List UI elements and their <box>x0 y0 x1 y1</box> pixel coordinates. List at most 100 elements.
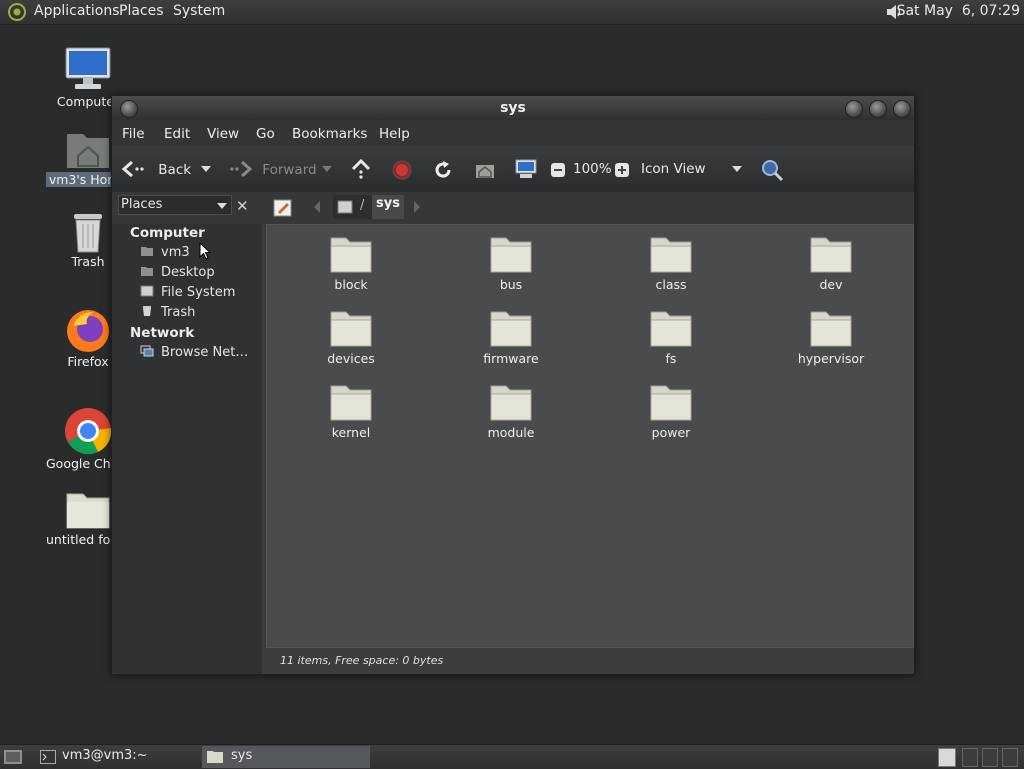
firefox-icon <box>67 310 109 352</box>
file-item-power[interactable]: power <box>616 383 726 440</box>
sidebar-selector[interactable]: Places <box>118 195 232 215</box>
sidebar-item-label: vm3 <box>161 245 190 260</box>
computer-icon[interactable] <box>514 158 538 180</box>
trash-icon <box>143 306 151 316</box>
stop-icon[interactable] <box>392 160 412 180</box>
taskbar-item-terminal[interactable]: vm3@vm3:~ <box>36 746 200 768</box>
file-item-label: firmware <box>483 351 539 366</box>
chevron-down-icon <box>217 203 227 209</box>
mouse-cursor-icon <box>199 242 211 260</box>
file-item-label: block <box>334 277 368 292</box>
sidebar-section-computer: Computer <box>130 225 205 241</box>
computer-icon <box>65 47 111 89</box>
workspace-switcher[interactable] <box>962 748 978 767</box>
icon-view[interactable]: block bus class dev devices firmware fs hypervi… <box>266 224 914 648</box>
folder-icon <box>650 311 692 347</box>
sidebar-item-label: File System <box>161 285 236 300</box>
toolbar: Back Forward 100% Icon View <box>112 146 914 193</box>
menu-file[interactable]: File <box>122 126 145 142</box>
sidebar-item-trash[interactable]: Trash <box>140 305 195 320</box>
home-icon[interactable] <box>474 160 496 180</box>
file-item-label: module <box>487 425 535 440</box>
breadcrumb: / sys <box>333 195 404 219</box>
desktop-label: Computer <box>56 94 120 109</box>
zoom-in-icon[interactable] <box>614 162 630 178</box>
terminal-icon <box>40 750 56 764</box>
breadcrumb-right-icon[interactable] <box>413 201 421 213</box>
breadcrumb-current[interactable]: sys <box>372 195 404 219</box>
back-label: Back <box>158 162 192 178</box>
sidebar-item-browse-network[interactable]: Browse Net… <box>140 345 248 360</box>
reload-icon[interactable] <box>433 160 453 180</box>
maximize-button[interactable] <box>869 100 887 118</box>
close-sidebar-icon[interactable]: ✕ <box>236 197 249 215</box>
clock[interactable]: Sat May 6, 07:29 <box>897 3 1020 19</box>
workspace-switcher[interactable] <box>982 748 998 767</box>
view-mode-dropdown-icon[interactable] <box>732 166 742 173</box>
folder-icon <box>650 385 692 421</box>
taskbar-item-label: vm3@vm3:~ <box>62 748 148 763</box>
drive-icon[interactable] <box>337 199 353 215</box>
folder-icon <box>490 385 532 421</box>
back-arrow-icon <box>121 160 144 178</box>
bottom-panel: vm3@vm3:~ sys <box>0 744 1024 769</box>
forward-label: Forward <box>262 162 317 178</box>
workspace-switcher[interactable] <box>938 748 956 767</box>
close-button[interactable] <box>893 100 911 118</box>
window-title: sys <box>500 100 526 116</box>
workspace-switcher[interactable] <box>1002 748 1018 767</box>
menu-help[interactable]: Help <box>379 126 410 142</box>
folder-icon <box>650 237 692 273</box>
file-item-class[interactable]: class <box>616 235 726 292</box>
up-arrow-icon[interactable] <box>350 158 372 180</box>
show-desktop-icon[interactable] <box>3 748 23 766</box>
file-item-hypervisor[interactable]: hypervisor <box>776 309 886 366</box>
file-item-label: fs <box>665 351 677 366</box>
file-item-dev[interactable]: dev <box>776 235 886 292</box>
file-item-kernel[interactable]: kernel <box>296 383 406 440</box>
top-panel: Applications Places System Sat May 6, 07… <box>0 0 1024 25</box>
file-item-module[interactable]: module <box>456 383 566 440</box>
minimize-button[interactable] <box>845 100 863 118</box>
taskbar-item-sys[interactable]: sys <box>202 746 370 768</box>
forward-button[interactable]: Forward <box>228 160 317 178</box>
file-item-firmware[interactable]: firmware <box>456 309 566 366</box>
desktop-label: Firefox <box>67 354 109 369</box>
zoom-out-icon[interactable] <box>550 162 566 178</box>
sidebar-item-label: Desktop <box>161 265 215 280</box>
sidebar-item-file-system[interactable]: File System <box>140 285 235 300</box>
sidebar-section-network: Network <box>130 325 195 341</box>
forward-arrow-icon <box>230 160 253 178</box>
file-item-bus[interactable]: bus <box>456 235 566 292</box>
back-history-dropdown-icon[interactable] <box>201 166 211 173</box>
search-icon[interactable] <box>760 158 784 182</box>
places-menu[interactable]: Places <box>119 3 164 19</box>
location-edit-icon[interactable] <box>272 198 294 218</box>
folder-icon <box>207 751 223 763</box>
system-menu[interactable]: System <box>173 3 225 19</box>
file-item-fs[interactable]: fs <box>616 309 726 366</box>
file-item-label: bus <box>499 277 523 292</box>
window-titlebar[interactable]: sys <box>112 96 914 120</box>
file-item-block[interactable]: block <box>296 235 406 292</box>
breadcrumb-left-icon[interactable] <box>313 201 321 213</box>
home-folder-icon <box>141 247 153 256</box>
trash-icon <box>74 214 102 253</box>
view-mode-select[interactable]: Icon View <box>641 161 706 177</box>
sidebar-item-vm3[interactable]: vm3 <box>140 245 190 260</box>
menu-go[interactable]: Go <box>256 126 275 142</box>
home-folder-icon <box>67 134 109 168</box>
menu-view[interactable]: View <box>207 126 239 142</box>
back-button[interactable]: Back <box>121 160 192 178</box>
gnome-foot-icon[interactable] <box>6 2 28 22</box>
menu-edit[interactable]: Edit <box>164 126 190 142</box>
sidebar-item-desktop[interactable]: Desktop <box>140 265 215 280</box>
folder-icon <box>66 493 110 529</box>
sidebar-item-label: Trash <box>161 305 196 320</box>
sidebar-selector-label: Places <box>121 197 163 212</box>
file-item-devices[interactable]: devices <box>296 309 406 366</box>
forward-history-dropdown-icon[interactable] <box>322 166 332 173</box>
file-item-label: kernel <box>331 425 371 440</box>
menu-bookmarks[interactable]: Bookmarks <box>292 126 367 142</box>
applications-menu[interactable]: Applications <box>34 3 120 19</box>
